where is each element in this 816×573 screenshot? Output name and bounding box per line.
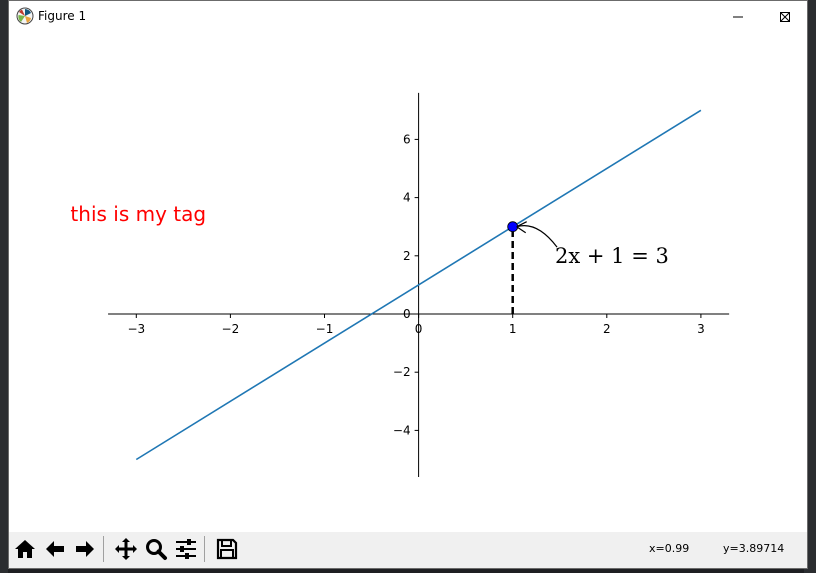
- home-icon: [15, 540, 35, 558]
- x-tick-label: 0: [415, 322, 423, 336]
- toolbar-separator: [204, 536, 205, 562]
- figure-window: Figure 1 −3 −2 −1 0 1 2 3 −4 −2 0 2 4 6 2x + 1 = 3 thi…: [8, 0, 808, 569]
- configure-subplots-button[interactable]: [172, 535, 200, 563]
- y-tick-label: −2: [393, 365, 411, 379]
- x-tick-label: −2: [222, 322, 240, 336]
- x-tick-label: −1: [316, 322, 334, 336]
- zoom-button[interactable]: [142, 535, 170, 563]
- highlight-point: [507, 221, 519, 233]
- minimize-button[interactable]: [715, 1, 761, 32]
- configure-subplots-icon: [176, 539, 196, 559]
- chart-svg: −3 −2 −1 0 1 2 3 −4 −2 0 2 4 6 2x + 1 = 3 this is my t…: [70, 92, 730, 477]
- back-icon: [46, 541, 64, 557]
- y-tick-label: 0: [403, 307, 411, 321]
- background-left-strip: [0, 0, 8, 573]
- x-tick-label: 3: [697, 322, 705, 336]
- pan-button[interactable]: [112, 535, 140, 563]
- zoom-icon: [146, 539, 167, 560]
- close-button[interactable]: [762, 1, 807, 32]
- x-coordinate-readout: x=0.99: [649, 542, 690, 555]
- forward-button[interactable]: [71, 535, 99, 563]
- annotation-text: 2x + 1 = 3: [555, 244, 669, 268]
- y-tick-label: 4: [403, 191, 411, 205]
- save-icon: [216, 538, 238, 560]
- figure-canvas[interactable]: −3 −2 −1 0 1 2 3 −4 −2 0 2 4 6 2x + 1 = 3 this is my t…: [9, 32, 807, 532]
- navigation-toolbar: x=0.99 y=3.89714: [9, 532, 807, 568]
- x-tick-label: 1: [509, 322, 517, 336]
- pan-icon: [115, 538, 137, 560]
- toolbar-separator: [103, 536, 104, 562]
- save-button[interactable]: [213, 535, 241, 563]
- home-button[interactable]: [11, 535, 39, 563]
- window-title: Figure 1: [38, 9, 87, 23]
- x-tick-label: −3: [127, 322, 145, 336]
- matplotlib-app-icon: [16, 7, 34, 25]
- minimize-icon: [733, 16, 743, 17]
- annotation-arrow: [516, 225, 558, 248]
- back-button[interactable]: [41, 535, 69, 563]
- y-tick-label: 2: [403, 249, 411, 263]
- text-tag: this is my tag: [70, 202, 206, 226]
- x-tick-label: 2: [603, 322, 611, 336]
- title-bar[interactable]: Figure 1: [9, 1, 807, 32]
- y-tick-label: 6: [403, 132, 411, 146]
- close-icon: [780, 11, 790, 22]
- forward-icon: [76, 541, 94, 557]
- y-coordinate-readout: y=3.89714: [723, 542, 785, 555]
- y-tick-label: −4: [393, 423, 411, 437]
